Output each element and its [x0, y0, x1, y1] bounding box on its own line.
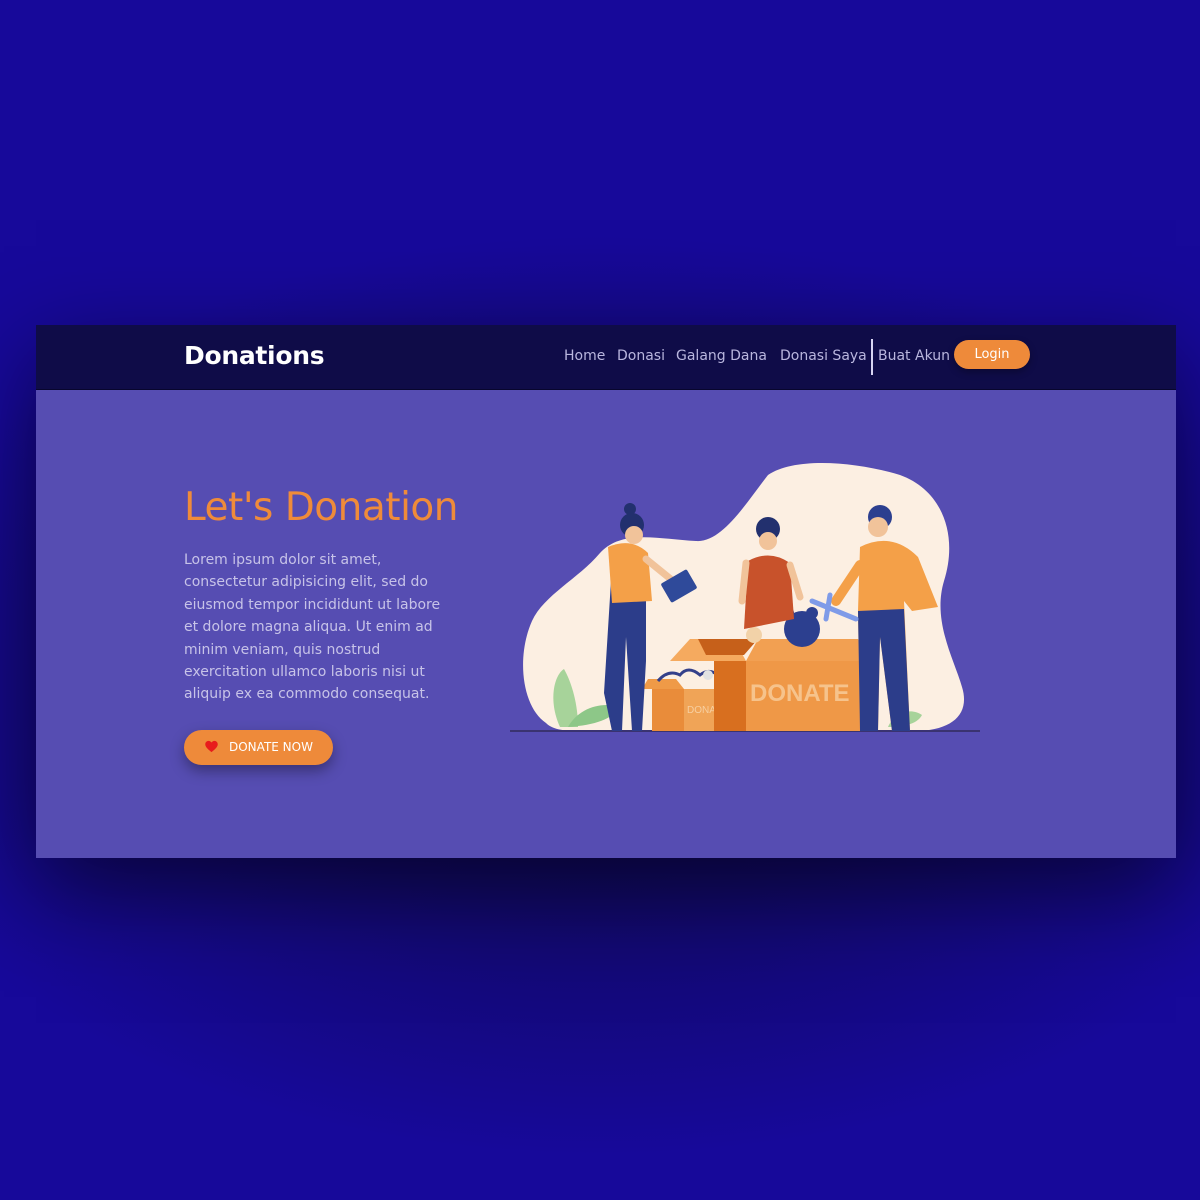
- hero-description: Lorem ipsum dolor sit amet, consectetur …: [184, 552, 441, 703]
- svg-text:DONATE: DONATE: [750, 680, 850, 707]
- nav-divider: [871, 339, 873, 375]
- nav-link-galang-dana[interactable]: Galang Dana: [676, 348, 767, 364]
- hero-title: Let's Donation: [184, 485, 458, 530]
- app-window: Donations Home Donasi Galang Dana Donasi…: [36, 325, 1176, 858]
- nav-link-donasi-saya[interactable]: Donasi Saya: [780, 348, 867, 364]
- nav-link-donasi[interactable]: Donasi: [617, 348, 665, 364]
- nav-link-home[interactable]: Home: [564, 348, 605, 364]
- login-button[interactable]: Login: [954, 340, 1030, 369]
- donate-now-button[interactable]: DONATE NOW: [184, 730, 333, 765]
- brand-logo[interactable]: Donations: [184, 341, 325, 370]
- navbar: Donations Home Donasi Galang Dana Donasi…: [36, 325, 1176, 390]
- donate-now-label: DONATE NOW: [229, 740, 313, 754]
- nav-link-buat-akun[interactable]: Buat Akun: [878, 348, 950, 364]
- donation-illustration: DONATE DONATE: [510, 462, 980, 732]
- heart-icon: [205, 740, 218, 753]
